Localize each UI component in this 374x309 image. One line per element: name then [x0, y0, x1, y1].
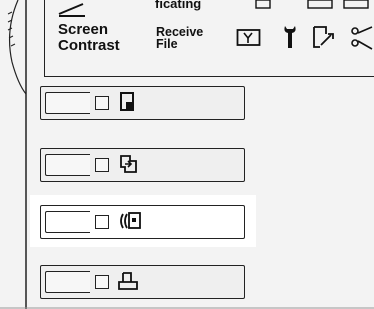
- mode-bar: [45, 211, 90, 233]
- mode-row-one-sided[interactable]: [40, 86, 245, 120]
- mode-row-book[interactable]: [40, 205, 245, 239]
- indicator-lamp: [95, 96, 109, 110]
- document-arrow-icon[interactable]: [312, 24, 338, 50]
- mode-bar: [45, 271, 90, 293]
- mode-bar: [45, 92, 90, 114]
- screen-contrast-label-line1: Screen: [58, 21, 109, 38]
- contrast-arrow-icon: [58, 3, 85, 17]
- bottom-edge: [0, 307, 374, 309]
- wrench-icon[interactable]: [282, 24, 298, 50]
- mode-row-booklet[interactable]: [40, 265, 245, 299]
- mode-row-two-sided[interactable]: [40, 148, 245, 182]
- stacked-page-icon: [118, 272, 138, 290]
- mailbox-icon[interactable]: [236, 26, 262, 48]
- book-page-icon: [120, 212, 141, 229]
- single-page-icon: [120, 92, 134, 111]
- indicator-lamp: [95, 215, 109, 229]
- control-panel: ficating Screen Contrast Receive File: [0, 0, 374, 309]
- duplex-page-icon: [120, 155, 137, 173]
- screen-contrast-label-line2: Contrast: [58, 37, 120, 54]
- receive-file-label-line2: File: [156, 37, 178, 51]
- panel-edge-ridge: [7, 0, 27, 309]
- mode-bar: [45, 154, 90, 176]
- truncated-label: ficating: [155, 0, 202, 11]
- scissors-icon[interactable]: [350, 25, 374, 51]
- top-strip-icons: [255, 0, 369, 9]
- indicator-lamp: [95, 158, 109, 172]
- indicator-lamp: [95, 275, 109, 289]
